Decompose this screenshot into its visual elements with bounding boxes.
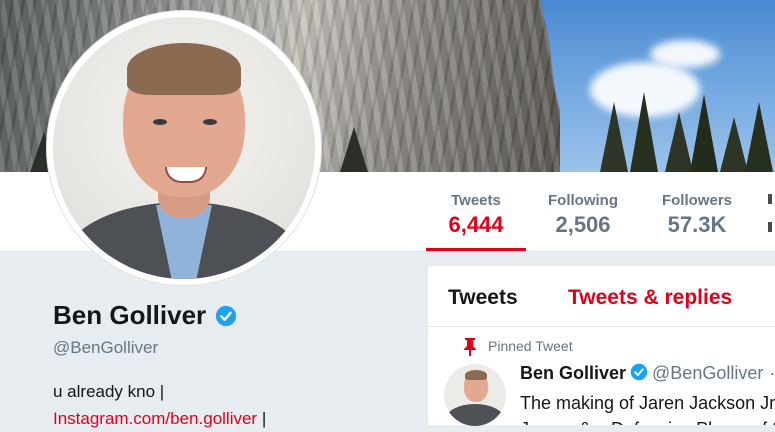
stat-overflow-marker — [768, 222, 772, 232]
banner-tree — [340, 127, 368, 172]
stat-overflow-marker — [768, 194, 772, 204]
profile-avatar[interactable] — [47, 11, 321, 285]
banner-tree — [720, 117, 748, 172]
pinned-indicator: Pinned Tweet — [464, 338, 573, 356]
banner-tree — [665, 112, 693, 172]
stat-followers[interactable]: Followers 57.3K — [652, 172, 742, 251]
bio-line: Instagram.com/ben.golliver | — [53, 405, 266, 432]
stat-label: Following — [548, 192, 618, 209]
profile-handle[interactable]: @BenGolliver — [53, 338, 158, 358]
verified-badge-icon — [215, 305, 236, 326]
tweet-avatar-hair — [465, 370, 487, 380]
pin-icon — [464, 338, 476, 356]
stat-label: Tweets — [451, 192, 501, 209]
avatar-hair — [127, 43, 241, 95]
profile-name[interactable]: Ben Golliver — [53, 300, 206, 331]
tweet-text-line: Jouver & a Defensive Player of t — [520, 416, 775, 425]
avatar-eye — [203, 119, 217, 125]
tweet-author-handle[interactable]: @BenGolliver — [652, 363, 763, 383]
tweet-avatar-suit — [446, 404, 504, 426]
tab-tweets[interactable]: Tweets — [448, 286, 518, 310]
tweet-separator: · — [769, 363, 775, 383]
profile-bio: u already kno | Instagram.com/ben.golliv… — [53, 378, 266, 432]
banner-tree — [630, 92, 658, 172]
stat-tweets[interactable]: Tweets 6,444 — [426, 172, 526, 251]
stat-following[interactable]: Following 2,506 — [540, 172, 626, 251]
tweet-text-line: The making of Jaren Jackson Jr.: — [520, 393, 775, 413]
bio-separator: | — [257, 409, 267, 428]
stat-value: 57.3K — [667, 212, 727, 237]
bio-line: u already kno | — [53, 382, 165, 401]
tab-tweets-replies[interactable]: Tweets & replies — [568, 286, 732, 310]
avatar-photo — [53, 17, 315, 279]
profile-name-block: Ben Golliver — [53, 300, 237, 331]
verified-badge-icon — [630, 363, 648, 381]
tweet-text: The making of Jaren Jackson Jr.: Jouver … — [520, 390, 775, 425]
stat-label: Followers — [661, 192, 732, 209]
avatar-eye — [153, 119, 167, 125]
stat-value: 2,506 — [555, 212, 611, 237]
banner-tree — [745, 102, 773, 172]
bio-instagram-link[interactable]: Instagram.com/ben.golliver — [53, 409, 257, 428]
banner-tree — [600, 102, 628, 172]
tweet-header: Ben Golliver @BenGolliver · — [520, 363, 775, 384]
tweet-author-name[interactable]: Ben Golliver — [520, 363, 626, 383]
timeline: Tweets Tweets & replies Pinned Tweet Ben… — [427, 266, 775, 426]
banner-tree — [690, 94, 718, 172]
tweet-avatar[interactable] — [444, 364, 506, 426]
pinned-label: Pinned Tweet — [488, 338, 573, 354]
stat-value: 6,444 — [448, 212, 504, 237]
banner-cloud — [650, 40, 720, 68]
timeline-tabs: Tweets Tweets & replies — [428, 266, 775, 327]
